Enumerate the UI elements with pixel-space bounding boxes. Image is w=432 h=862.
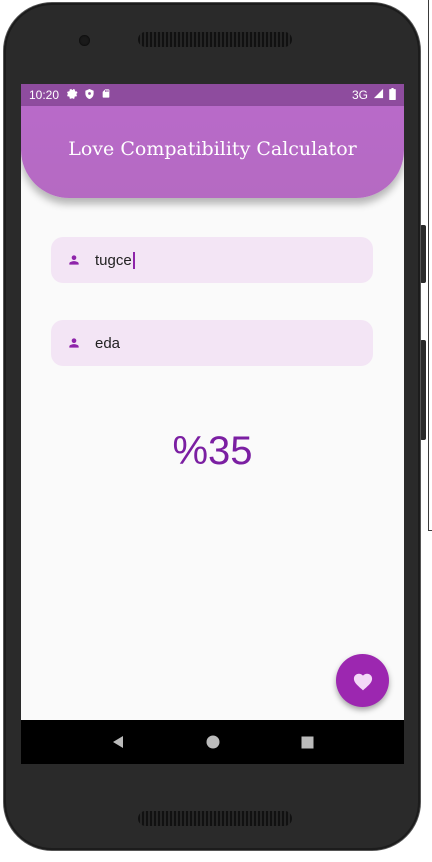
second-name-value: eda bbox=[95, 334, 121, 352]
compatibility-result: %35 bbox=[172, 429, 253, 473]
status-time: 10:20 bbox=[29, 88, 60, 102]
back-icon[interactable] bbox=[111, 735, 125, 749]
second-name-input[interactable]: eda bbox=[51, 320, 373, 366]
app-bar: Love Compatibility Calculator bbox=[21, 106, 404, 198]
first-name-input[interactable]: tugce bbox=[51, 237, 373, 283]
status-bar: 10:20 3G bbox=[21, 84, 404, 106]
person-icon bbox=[69, 255, 79, 265]
shield-icon bbox=[84, 88, 95, 103]
first-name-value: tugce bbox=[95, 251, 132, 269]
battery-icon bbox=[389, 87, 396, 103]
front-camera bbox=[79, 35, 90, 46]
app-screen: 10:20 3G Love Compatibility Calculator t… bbox=[21, 84, 404, 764]
volume-button[interactable] bbox=[420, 225, 426, 283]
navigation-bar bbox=[21, 720, 404, 764]
calculate-fab[interactable] bbox=[336, 654, 389, 707]
network-type: 3G bbox=[351, 88, 368, 102]
bottom-speaker bbox=[138, 811, 292, 826]
earpiece-speaker bbox=[138, 32, 292, 47]
recents-icon[interactable] bbox=[301, 736, 314, 749]
heart-icon bbox=[353, 673, 372, 690]
person-icon bbox=[69, 338, 79, 348]
home-icon[interactable] bbox=[206, 735, 220, 749]
app-title: Love Compatibility Calculator bbox=[68, 138, 357, 160]
power-button[interactable] bbox=[420, 340, 426, 440]
signal-icon bbox=[373, 88, 384, 102]
sd-card-icon bbox=[101, 88, 111, 102]
window-edge bbox=[428, 0, 432, 531]
text-cursor bbox=[132, 251, 135, 269]
settings-icon bbox=[67, 88, 78, 102]
